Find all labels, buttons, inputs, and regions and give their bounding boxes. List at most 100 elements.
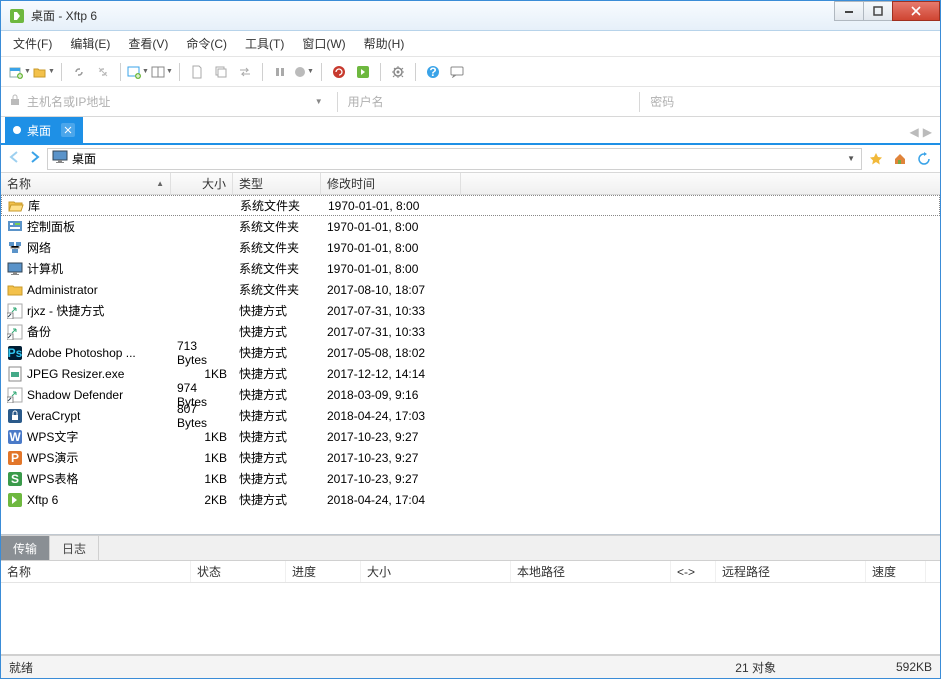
svg-text:P: P bbox=[11, 451, 19, 465]
link-button[interactable] bbox=[68, 61, 90, 83]
xcol-remote[interactable]: 远程路径 bbox=[716, 561, 866, 582]
file-row[interactable]: rjxz - 快捷方式快捷方式2017-07-31, 10:33 bbox=[1, 300, 940, 321]
help-button[interactable]: ? bbox=[422, 61, 444, 83]
transfer-body[interactable] bbox=[1, 583, 940, 654]
menu-window[interactable]: 窗口(W) bbox=[302, 35, 345, 52]
file-name: WPS演示 bbox=[27, 449, 78, 466]
file-list-body[interactable]: 库系统文件夹1970-01-01, 8:00控制面板系统文件夹1970-01-0… bbox=[1, 195, 940, 534]
maximize-button[interactable] bbox=[863, 1, 893, 21]
app-icon bbox=[9, 8, 25, 24]
stop-record-button[interactable]: ▼ bbox=[293, 61, 315, 83]
back-button[interactable] bbox=[7, 150, 23, 167]
file-row[interactable]: 计算机系统文件夹1970-01-01, 8:00 bbox=[1, 258, 940, 279]
tab-right-icon[interactable]: ▶ bbox=[923, 125, 932, 139]
menu-help[interactable]: 帮助(H) bbox=[364, 35, 405, 52]
file-row[interactable]: 控制面板系统文件夹1970-01-01, 8:00 bbox=[1, 216, 940, 237]
file-type-cell: 系统文件夹 bbox=[234, 197, 322, 214]
file-row[interactable]: PsAdobe Photoshop ...713 Bytes快捷方式2017-0… bbox=[1, 342, 940, 363]
file-row[interactable]: JPEG Resizer.exe1KB快捷方式2017-12-12, 14:14 bbox=[1, 363, 940, 384]
favorite-button[interactable] bbox=[866, 149, 886, 169]
tab-left-icon[interactable]: ◀ bbox=[910, 125, 919, 139]
session-tab-desktop[interactable]: 桌面 bbox=[5, 117, 83, 143]
menu-tools[interactable]: 工具(T) bbox=[245, 35, 284, 52]
tab-nav: ◀ ▶ bbox=[910, 125, 940, 143]
transfer-right-button[interactable] bbox=[234, 61, 256, 83]
file-row[interactable]: Shadow Defender974 Bytes快捷方式2018-03-09, … bbox=[1, 384, 940, 405]
file-row[interactable]: Administrator系统文件夹2017-08-10, 18:07 bbox=[1, 279, 940, 300]
home-button[interactable] bbox=[890, 149, 910, 169]
user-input[interactable] bbox=[348, 95, 630, 109]
file-modified-cell: 1970-01-01, 8:00 bbox=[321, 220, 461, 234]
tab-close-button[interactable] bbox=[61, 123, 75, 137]
red-swirl-icon[interactable] bbox=[328, 61, 350, 83]
forward-button[interactable] bbox=[27, 150, 43, 167]
file-row[interactable]: VeraCrypt807 Bytes快捷方式2018-04-24, 17:03 bbox=[1, 405, 940, 426]
svg-text:Ps: Ps bbox=[8, 346, 23, 360]
file-name-cell: SWPS表格 bbox=[1, 470, 171, 487]
path-dropdown-icon[interactable]: ▼ bbox=[847, 154, 855, 163]
menu-edit[interactable]: 编辑(E) bbox=[70, 35, 110, 52]
column-size[interactable]: 大小 bbox=[171, 173, 233, 194]
minimize-button[interactable] bbox=[834, 1, 864, 21]
column-name[interactable]: 名称▲ bbox=[1, 173, 171, 194]
file-type-cell: 快捷方式 bbox=[233, 449, 321, 466]
file-type-cell: 快捷方式 bbox=[233, 344, 321, 361]
file-row[interactable]: 网络系统文件夹1970-01-01, 8:00 bbox=[1, 237, 940, 258]
file-name-cell: PsAdobe Photoshop ... bbox=[1, 345, 171, 361]
password-input[interactable] bbox=[650, 95, 932, 109]
file-row[interactable]: PWPS演示1KB快捷方式2017-10-23, 9:27 bbox=[1, 447, 940, 468]
menu-view[interactable]: 查看(V) bbox=[128, 35, 168, 52]
file-name: Xftp 6 bbox=[27, 493, 58, 507]
open-session-button[interactable]: ▼ bbox=[33, 61, 55, 83]
tab-status-dot-icon bbox=[13, 126, 21, 134]
copy-button[interactable] bbox=[210, 61, 232, 83]
xcol-size[interactable]: 大小 bbox=[361, 561, 511, 582]
file-name-cell: WWPS文字 bbox=[1, 428, 171, 445]
column-type[interactable]: 类型 bbox=[233, 173, 321, 194]
file-row[interactable]: 备份快捷方式2017-07-31, 10:33 bbox=[1, 321, 940, 342]
menu-file[interactable]: 文件(F) bbox=[13, 35, 52, 52]
file-row[interactable]: WWPS文字1KB快捷方式2017-10-23, 9:27 bbox=[1, 426, 940, 447]
settings-button[interactable] bbox=[387, 61, 409, 83]
new-session-button[interactable]: ▼ bbox=[9, 61, 31, 83]
file-name-cell: 备份 bbox=[1, 323, 171, 340]
menu-command[interactable]: 命令(C) bbox=[186, 35, 227, 52]
host-dropdown-icon[interactable]: ▼ bbox=[315, 97, 323, 106]
file-row[interactable]: 库系统文件夹1970-01-01, 8:00 bbox=[1, 195, 940, 216]
column-modified[interactable]: 修改时间 bbox=[321, 173, 461, 194]
refresh-button[interactable] bbox=[914, 149, 934, 169]
file-name: rjxz - 快捷方式 bbox=[27, 302, 104, 319]
feedback-button[interactable] bbox=[446, 61, 468, 83]
xcol-progress[interactable]: 进度 bbox=[286, 561, 361, 582]
file-icon bbox=[7, 282, 23, 298]
path-field[interactable]: 桌面 ▼ bbox=[47, 148, 862, 170]
file-row[interactable]: Xftp 62KB快捷方式2018-04-24, 17:04 bbox=[1, 489, 940, 510]
file-icon bbox=[8, 198, 24, 214]
host-input[interactable] bbox=[27, 95, 309, 109]
file-icon bbox=[7, 492, 23, 508]
status-ready: 就绪 bbox=[9, 659, 33, 676]
file-icon bbox=[7, 387, 23, 403]
tab-transfer[interactable]: 传输 bbox=[1, 536, 50, 560]
new-file-button[interactable] bbox=[186, 61, 208, 83]
file-row[interactable]: SWPS表格1KB快捷方式2017-10-23, 9:27 bbox=[1, 468, 940, 489]
xcol-name[interactable]: 名称 bbox=[1, 561, 191, 582]
pause-button[interactable] bbox=[269, 61, 291, 83]
close-button[interactable] bbox=[892, 1, 940, 21]
window-buttons bbox=[835, 1, 940, 21]
layout-button[interactable]: ▼ bbox=[151, 61, 173, 83]
xcol-dir[interactable]: <-> bbox=[671, 561, 716, 582]
file-type-cell: 快捷方式 bbox=[233, 386, 321, 403]
separator bbox=[639, 92, 640, 112]
tab-log[interactable]: 日志 bbox=[50, 536, 99, 560]
new-window-button[interactable]: ▼ bbox=[127, 61, 149, 83]
xcol-status[interactable]: 状态 bbox=[191, 561, 286, 582]
green-app-icon[interactable] bbox=[352, 61, 374, 83]
xcol-speed[interactable]: 速度 bbox=[866, 561, 926, 582]
file-icon: Ps bbox=[7, 345, 23, 361]
toolbar-separator bbox=[321, 63, 322, 81]
unlink-button[interactable] bbox=[92, 61, 114, 83]
file-name-cell: P WPS演示 bbox=[1, 449, 171, 466]
file-name: 网络 bbox=[27, 239, 51, 256]
xcol-local[interactable]: 本地路径 bbox=[511, 561, 671, 582]
